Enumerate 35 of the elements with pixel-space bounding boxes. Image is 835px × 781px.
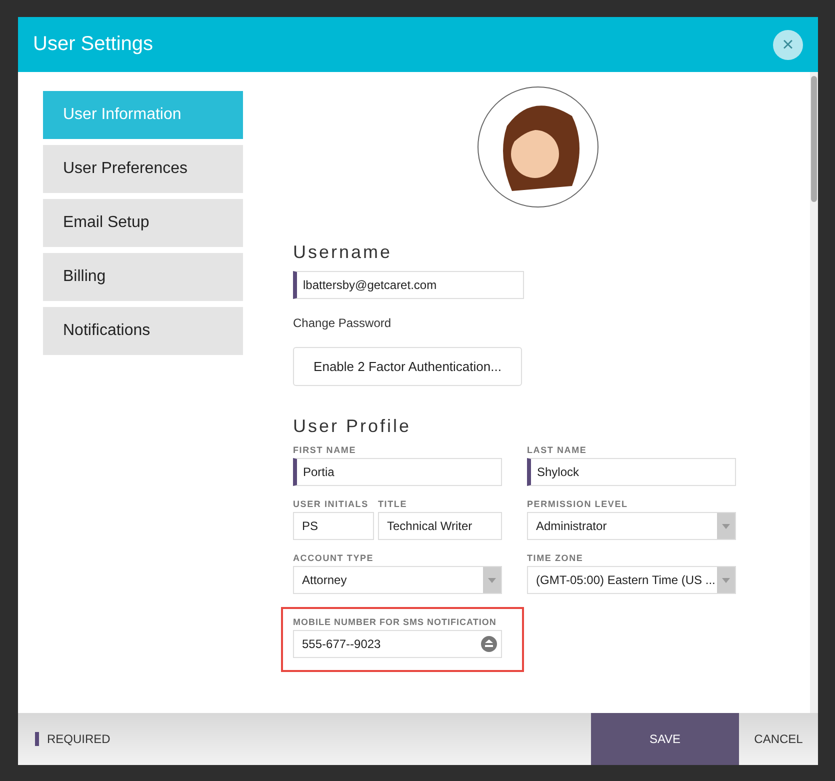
- dropdown[interactable]: (GMT-05:00) Eastern Time (US ...: [527, 566, 736, 594]
- text-field[interactable]: Shylock: [527, 458, 736, 486]
- sidebar-item[interactable]: User Preferences: [43, 145, 243, 193]
- field-label: TITLE: [378, 499, 408, 509]
- section-heading: User Profile: [293, 416, 412, 437]
- sidebar-item[interactable]: Notifications: [43, 307, 243, 355]
- caret-icon: [722, 524, 730, 528]
- avatar-icon: [477, 86, 599, 208]
- cancel-button[interactable]: CANCEL: [739, 713, 818, 765]
- field-label: FIRST NAME: [293, 445, 357, 455]
- two-factor-button[interactable]: Enable 2 Factor Authentication...: [293, 347, 522, 386]
- save-button[interactable]: SAVE: [591, 713, 739, 765]
- window-title: User Settings: [33, 33, 154, 56]
- dropdown[interactable]: Attorney: [293, 566, 502, 594]
- field-label: MOBILE NUMBER FOR SMS NOTIFICATION: [293, 617, 498, 627]
- dropdown[interactable]: Administrator: [527, 512, 736, 540]
- text-field[interactable]: Technical Writer: [378, 512, 502, 540]
- field-label: ACCOUNT TYPE: [293, 553, 375, 563]
- text-field[interactable]: Portia: [293, 458, 502, 486]
- caret-icon: [722, 578, 730, 582]
- sidebar-item[interactable]: Email Setup: [43, 199, 243, 247]
- required-legend: REQUIRED: [47, 732, 110, 746]
- field-label: PERMISSION LEVEL: [527, 499, 629, 509]
- section-heading: Username: [293, 242, 392, 263]
- phone-field[interactable]: 555-677--9023: [293, 630, 502, 658]
- scrollbar-thumb[interactable]: [811, 76, 817, 202]
- field-label: TIME ZONE: [527, 553, 584, 563]
- text-field[interactable]: PS: [293, 512, 374, 540]
- sidebar-item[interactable]: Billing: [43, 253, 243, 301]
- username-field[interactable]: lbattersby@getcaret.com: [293, 271, 524, 299]
- change-password-link[interactable]: Change Password: [293, 316, 392, 330]
- field-label: USER INITIALS: [293, 499, 370, 509]
- required-marker: [35, 732, 39, 746]
- caret-icon: [488, 578, 496, 582]
- field-label: LAST NAME: [527, 445, 588, 455]
